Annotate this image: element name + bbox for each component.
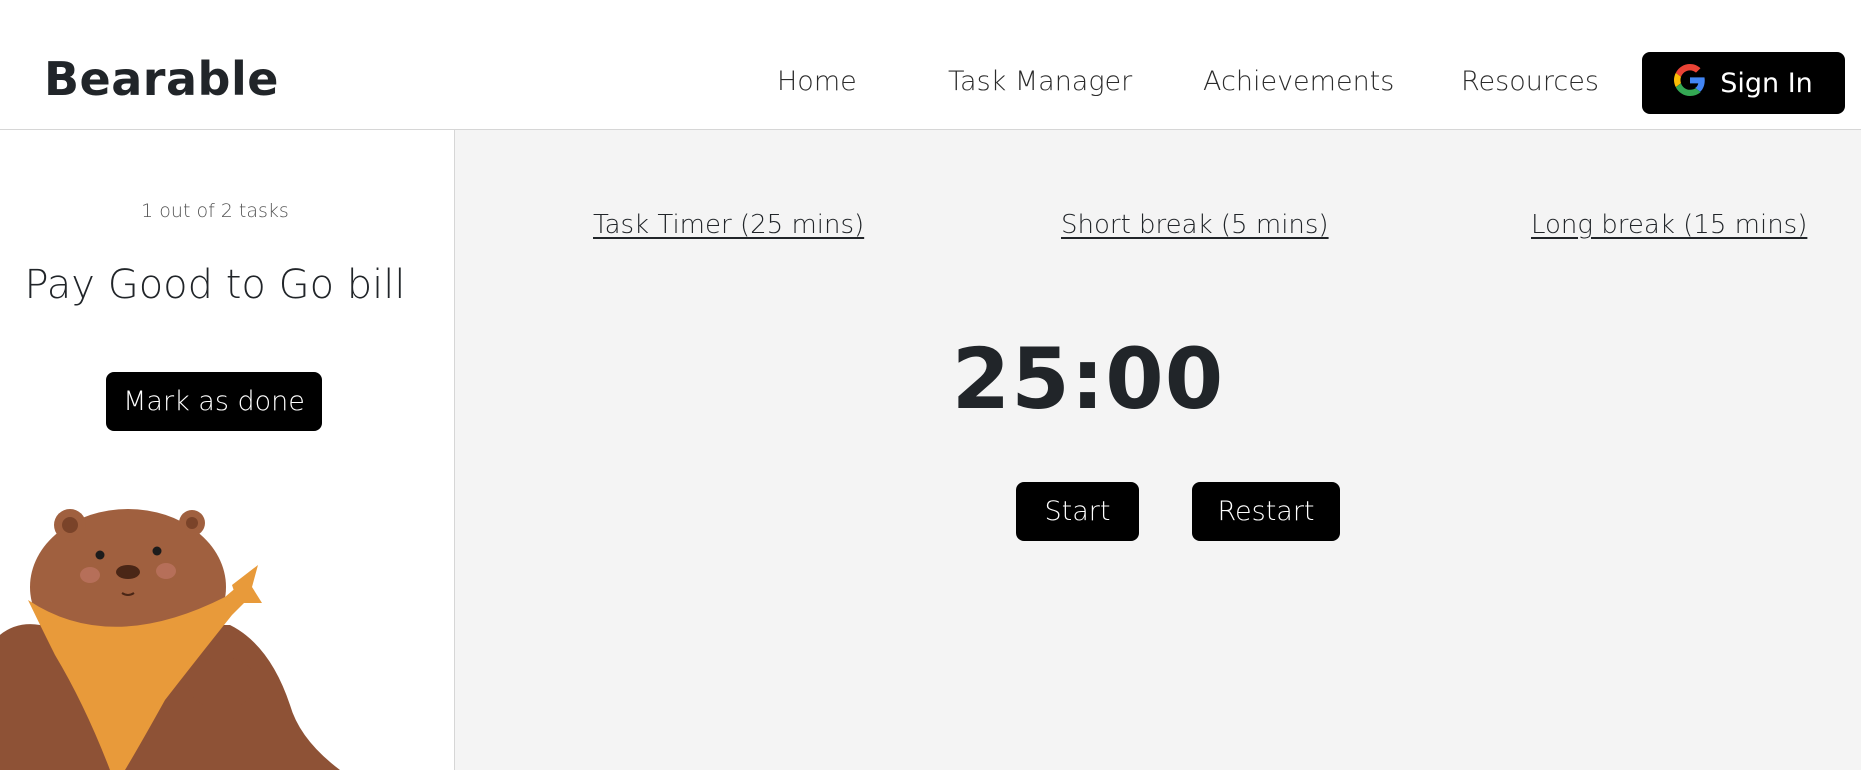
tab-short-break[interactable]: Short break (5 mins) — [1061, 210, 1329, 240]
task-sidebar: 1 out of 2 tasks Pay Good to Go bill Mar… — [0, 130, 455, 770]
start-button[interactable]: Start — [1016, 482, 1139, 541]
tab-long-break[interactable]: Long break (15 mins) — [1531, 210, 1807, 240]
top-navbar: Bearable Home Task Manager Achievements … — [0, 0, 1861, 130]
sign-in-label: Sign In — [1720, 67, 1813, 99]
nav-achievements[interactable]: Achievements — [1203, 66, 1394, 97]
google-icon — [1674, 63, 1706, 103]
timer-display: 25:00 — [951, 330, 1225, 428]
timer-panel: Task Timer (25 mins) Short break (5 mins… — [455, 130, 1861, 770]
brand-logo[interactable]: Bearable — [44, 52, 279, 106]
sign-in-button[interactable]: Sign In — [1642, 52, 1845, 114]
nav-task-manager[interactable]: Task Manager — [948, 66, 1132, 97]
tab-task-timer[interactable]: Task Timer (25 mins) — [593, 210, 864, 240]
nav-resources[interactable]: Resources — [1461, 66, 1599, 97]
current-task-title: Pay Good to Go bill — [24, 262, 406, 308]
restart-button[interactable]: Restart — [1192, 482, 1340, 541]
mark-as-done-button[interactable]: Mark as done — [106, 372, 322, 431]
bear-illustration — [0, 509, 340, 770]
task-progress-count: 1 out of 2 tasks — [141, 200, 289, 222]
nav-home[interactable]: Home — [777, 66, 857, 97]
